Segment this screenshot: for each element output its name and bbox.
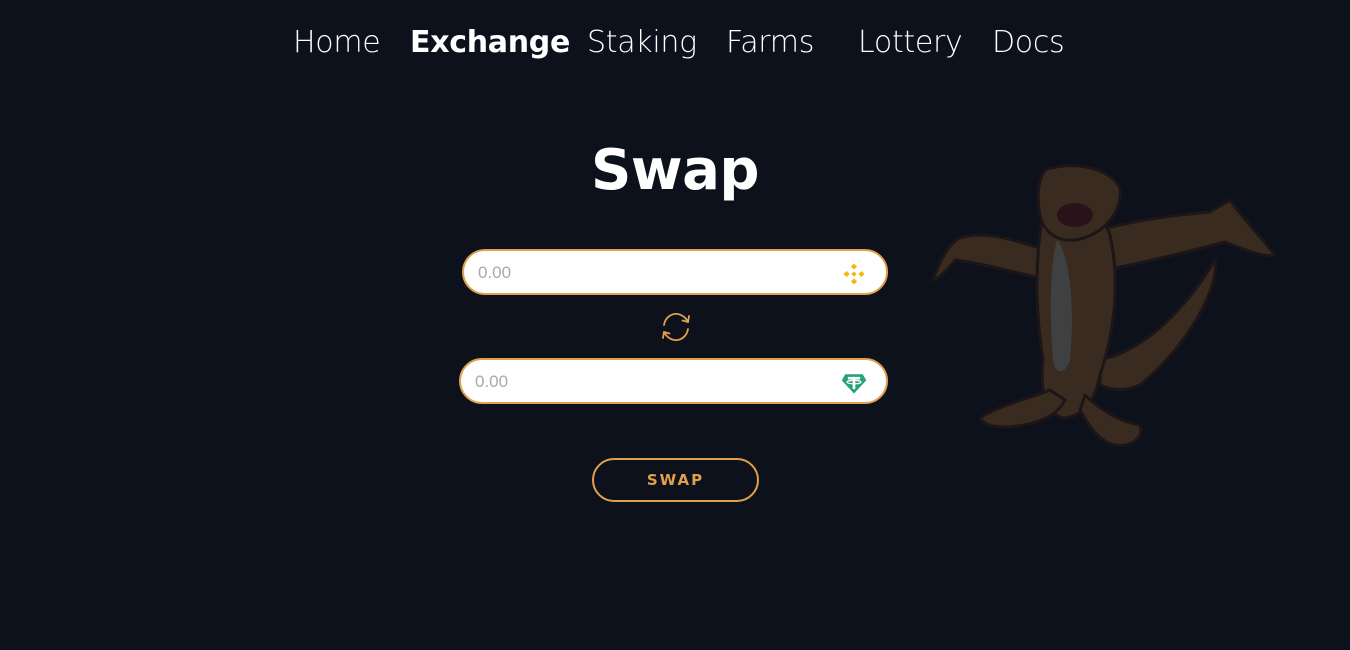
nav-item-farms[interactable]: Farms: [726, 22, 814, 64]
page-title: Swap: [591, 138, 759, 203]
nav-item-exchange[interactable]: Exchange: [410, 22, 570, 64]
swap-to-field: [459, 358, 888, 404]
swap-button[interactable]: SWAP: [592, 458, 759, 502]
swap-direction-icon[interactable]: [657, 308, 695, 346]
nav-item-lottery[interactable]: Lottery: [858, 22, 963, 64]
swap-from-field: [462, 249, 888, 295]
top-nav: Home Exchange Staking Farms Lottery Docs: [0, 22, 1350, 66]
swap-from-input[interactable]: [476, 259, 820, 287]
tether-icon[interactable]: [840, 369, 868, 397]
swap-to-input[interactable]: [473, 368, 817, 396]
bnb-icon[interactable]: [840, 260, 868, 288]
nav-item-home[interactable]: Home: [293, 22, 381, 64]
meerkat-mascot: [931, 164, 1277, 448]
nav-item-docs[interactable]: Docs: [992, 22, 1065, 64]
page: Home Exchange Staking Farms Lottery Docs: [0, 0, 1350, 650]
nav-item-staking[interactable]: Staking: [587, 22, 697, 64]
